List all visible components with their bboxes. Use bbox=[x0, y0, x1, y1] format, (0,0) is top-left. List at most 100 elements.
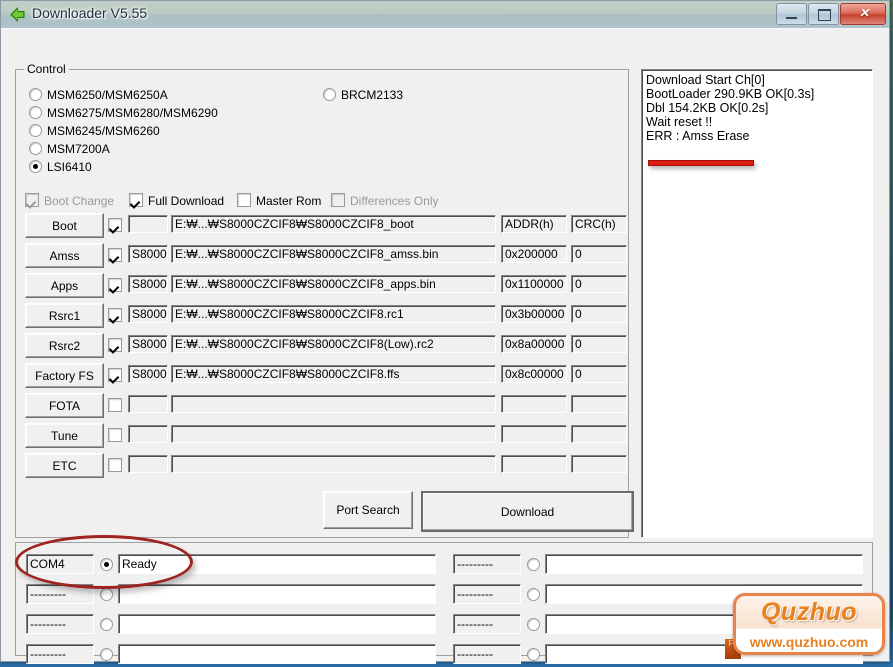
file-row-crc-rsrc1[interactable]: 0 bbox=[571, 305, 627, 323]
file-row-tag-boot[interactable] bbox=[128, 215, 168, 233]
file-row-crc-fota[interactable] bbox=[571, 395, 627, 413]
port-radio-0[interactable] bbox=[100, 558, 118, 572]
file-row-tag-amss[interactable]: S8000 bbox=[128, 245, 168, 263]
port-name-field-1[interactable]: --------- bbox=[453, 584, 521, 604]
file-row-tag-etc[interactable] bbox=[128, 455, 168, 473]
radio-indicator bbox=[100, 648, 113, 661]
file-row-path-amss[interactable]: E:₩...₩S8000CZCIF8₩S8000CZCIF8_amss.bin bbox=[171, 245, 496, 263]
file-row-crc-etc[interactable] bbox=[571, 455, 627, 473]
minimize-button[interactable] bbox=[776, 3, 807, 25]
file-row-addr-rsrc2[interactable]: 0x8a00000 bbox=[501, 335, 567, 353]
file-row-button-rsrc1[interactable]: Rsrc1 bbox=[25, 303, 104, 328]
file-row-crc-tune[interactable] bbox=[571, 425, 627, 443]
option-checkbox-full-download[interactable]: Full Download bbox=[129, 193, 224, 208]
checkbox-indicator bbox=[108, 308, 122, 322]
file-row-addr-apps[interactable]: 0x1100000 bbox=[501, 275, 567, 293]
download-button[interactable]: Download bbox=[421, 491, 634, 532]
chipset-radio-msm6275-msm6280-msm6290[interactable]: MSM6275/MSM6280/MSM6290 bbox=[29, 106, 218, 120]
file-row-path-etc[interactable] bbox=[171, 455, 496, 473]
log-panel[interactable]: Download Start Ch[0] BootLoader 290.9KB O… bbox=[641, 69, 873, 538]
port-radio-2[interactable] bbox=[527, 618, 545, 632]
log-line: Dbl 154.2KB OK[0.2s] bbox=[646, 101, 769, 115]
file-row-crc-factory-fs[interactable]: 0 bbox=[571, 365, 627, 383]
radio-indicator bbox=[100, 618, 113, 631]
file-row-checkbox-rsrc1[interactable] bbox=[108, 308, 127, 323]
radio-indicator bbox=[100, 558, 113, 571]
chipset-radio-label: MSM6250/MSM6250A bbox=[47, 88, 168, 102]
file-row-checkbox-etc[interactable] bbox=[108, 458, 127, 473]
port-status-field-0[interactable] bbox=[545, 554, 863, 574]
port-search-button[interactable]: Port Search bbox=[323, 491, 413, 529]
file-row-checkbox-tune[interactable] bbox=[108, 428, 127, 443]
file-row-checkbox-apps[interactable] bbox=[108, 278, 127, 293]
file-row-checkbox-fota[interactable] bbox=[108, 398, 127, 413]
chipset-radio-msm6245-msm6260[interactable]: MSM6245/MSM6260 bbox=[29, 124, 160, 138]
file-row-path-fota[interactable] bbox=[171, 395, 496, 413]
option-checkbox-master-rom[interactable]: Master Rom bbox=[237, 193, 321, 208]
port-name-field-2[interactable]: --------- bbox=[26, 614, 94, 634]
chipset-radio-msm6250-msm6250a[interactable]: MSM6250/MSM6250A bbox=[29, 88, 168, 102]
file-row-tag-rsrc1[interactable]: S8000 bbox=[128, 305, 168, 323]
port-status-field-1[interactable] bbox=[118, 584, 436, 604]
radio-indicator bbox=[29, 88, 42, 101]
file-row-tag-tune[interactable] bbox=[128, 425, 168, 443]
file-row-path-tune[interactable] bbox=[171, 425, 496, 443]
checkbox-indicator bbox=[108, 398, 122, 412]
port-name-field-3[interactable]: --------- bbox=[26, 644, 94, 664]
file-row-path-rsrc1[interactable]: E:₩...₩S8000CZCIF8₩S8000CZCIF8.rc1 bbox=[171, 305, 496, 323]
file-row-button-fota[interactable]: FOTA bbox=[25, 393, 104, 418]
file-row-path-factory-fs[interactable]: E:₩...₩S8000CZCIF8₩S8000CZCIF8.ffs bbox=[171, 365, 496, 383]
file-row-button-boot[interactable]: Boot bbox=[25, 213, 104, 238]
port-status-field-2[interactable] bbox=[118, 614, 436, 634]
file-row-addr-factory-fs[interactable]: 0x8c00000 bbox=[501, 365, 567, 383]
file-row-tag-apps[interactable]: S8000 bbox=[128, 275, 168, 293]
file-row-tag-rsrc2[interactable]: S8000 bbox=[128, 335, 168, 353]
file-row-crc-apps[interactable]: 0 bbox=[571, 275, 627, 293]
port-status-field-3[interactable] bbox=[118, 644, 436, 664]
file-row-button-tune[interactable]: Tune bbox=[25, 423, 104, 448]
file-row-crc-rsrc2[interactable]: 0 bbox=[571, 335, 627, 353]
port-radio-1[interactable] bbox=[100, 588, 118, 602]
port-name-field-0[interactable]: COM4 bbox=[26, 554, 94, 574]
file-row-checkbox-factory-fs[interactable] bbox=[108, 368, 127, 383]
port-radio-2[interactable] bbox=[100, 618, 118, 632]
chipset-radio-brcm2133[interactable]: BRCM2133 bbox=[323, 88, 403, 102]
file-row-path-rsrc2[interactable]: E:₩...₩S8000CZCIF8₩S8000CZCIF8(Low).rc2 bbox=[171, 335, 496, 353]
file-row-checkbox-rsrc2[interactable] bbox=[108, 338, 127, 353]
file-row-addr-rsrc1[interactable]: 0x3b00000 bbox=[501, 305, 567, 323]
file-row-button-rsrc2[interactable]: Rsrc2 bbox=[25, 333, 104, 358]
file-row-path-boot[interactable]: E:₩...₩S8000CZCIF8₩S8000CZCIF8_boot bbox=[171, 215, 496, 233]
file-row-path-apps[interactable]: E:₩...₩S8000CZCIF8₩S8000CZCIF8_apps.bin bbox=[171, 275, 496, 293]
port-name-field-1[interactable]: --------- bbox=[26, 584, 94, 604]
radio-indicator bbox=[29, 124, 42, 137]
file-row-checkbox-boot[interactable] bbox=[108, 218, 127, 233]
port-radio-3[interactable] bbox=[100, 648, 118, 662]
chipset-radio-label: MSM6275/MSM6280/MSM6290 bbox=[47, 106, 218, 120]
maximize-button[interactable] bbox=[808, 3, 839, 25]
file-row-crc-amss[interactable]: 0 bbox=[571, 245, 627, 263]
file-row-addr-fota[interactable] bbox=[501, 395, 567, 413]
chipset-radio-lsi6410[interactable]: LSI6410 bbox=[29, 160, 92, 174]
file-row-checkbox-amss[interactable] bbox=[108, 248, 127, 263]
file-row-button-amss[interactable]: Amss bbox=[25, 243, 104, 268]
radio-indicator bbox=[100, 588, 113, 601]
file-row-tag-fota[interactable] bbox=[128, 395, 168, 413]
chipset-radio-msm7200a[interactable]: MSM7200A bbox=[29, 142, 110, 156]
file-row-button-etc[interactable]: ETC bbox=[25, 453, 104, 478]
close-button[interactable]: ✕ bbox=[840, 3, 886, 25]
port-radio-1[interactable] bbox=[527, 588, 545, 602]
file-row-tag-factory-fs[interactable]: S8000 bbox=[128, 365, 168, 383]
option-checkbox-differences-only: Differences Only bbox=[331, 193, 438, 208]
checkbox-indicator bbox=[108, 338, 122, 352]
file-row-addr-amss[interactable]: 0x200000 bbox=[501, 245, 567, 263]
file-row-addr-etc[interactable] bbox=[501, 455, 567, 473]
port-radio-0[interactable] bbox=[527, 558, 545, 572]
port-name-field-2[interactable]: --------- bbox=[453, 614, 521, 634]
port-radio-3[interactable] bbox=[527, 648, 545, 662]
port-name-field-0[interactable]: --------- bbox=[453, 554, 521, 574]
port-name-field-3[interactable]: --------- bbox=[453, 644, 521, 664]
file-row-button-factory-fs[interactable]: Factory FS bbox=[25, 363, 104, 388]
port-status-field-0[interactable]: Ready bbox=[118, 554, 436, 574]
file-row-addr-tune[interactable] bbox=[501, 425, 567, 443]
file-row-button-apps[interactable]: Apps bbox=[25, 273, 104, 298]
